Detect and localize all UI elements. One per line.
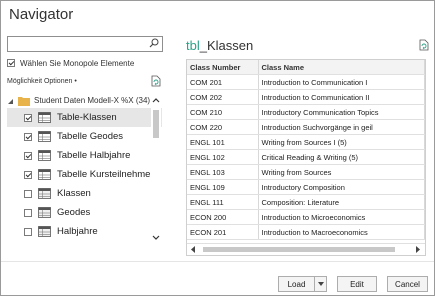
load-options-button[interactable]	[314, 276, 327, 292]
view-icon	[38, 188, 51, 199]
table-row: ENGL 101 Writing from Sources I (5)	[187, 134, 425, 150]
table-cell: Critical Reading & Writing (5)	[258, 149, 425, 165]
preview-scrollbar-thumb[interactable]	[203, 247, 395, 252]
column-header[interactable]: Class Number	[187, 60, 259, 75]
table-cell: Introduction to Macroeconomics	[258, 224, 425, 240]
cancel-button[interactable]: Cancel	[387, 276, 428, 292]
tree-item-checkbox[interactable]	[24, 132, 32, 141]
scroll-down-icon[interactable]	[152, 235, 160, 241]
table-cell: COM 210	[187, 104, 259, 120]
refresh-icon[interactable]	[151, 75, 161, 87]
table-cell: Introduction to Communication I	[258, 74, 425, 90]
tree-item[interactable]: Halbjahre	[7, 222, 162, 241]
preview-horizontal-scrollbar[interactable]	[187, 243, 425, 255]
table-row: ECON 200 Introduction to Microeconomics	[187, 209, 425, 225]
table-row: ENGL 102 Critical Reading & Writing (5)	[187, 149, 425, 165]
dialog-footer: Load Edit Cancel	[1, 261, 434, 296]
table-row: ECON 201 Introduction to Macroeconomics	[187, 224, 425, 240]
table-cell: Introduction Suchvorgänge in geil	[258, 119, 425, 135]
select-multiple-label: Wählen Sie Monopole Elemente	[20, 58, 135, 68]
tree-item-label: Tabelle Kursteilnehmer	[57, 169, 154, 180]
table-icon	[38, 169, 51, 180]
tree-item-checkbox[interactable]	[24, 208, 32, 217]
table-cell: Introductory Communication Topics	[258, 104, 425, 120]
load-button[interactable]: Load	[278, 276, 315, 292]
table-icon	[38, 131, 51, 142]
tree-item[interactable]: Tabelle Geodes	[7, 127, 162, 146]
tree-item-checkbox[interactable]	[24, 151, 32, 160]
table-row: COM 202 Introduction to Communication II	[187, 89, 425, 105]
tree-item-checkbox[interactable]	[24, 113, 32, 122]
table-cell: ENGL 103	[187, 164, 259, 180]
tree-item[interactable]: Tabelle Halbjahre	[7, 146, 162, 165]
tree-item-label: Tabelle Geodes	[57, 131, 124, 142]
tree-item[interactable]: Geodes	[7, 203, 162, 222]
table-row: ENGL 103 Writing from Sources	[187, 164, 425, 180]
tree-root[interactable]: Student Daten Modell-X %X (34)	[7, 93, 162, 108]
table-row: ENGL 109 Introductory Composition	[187, 179, 425, 195]
table-cell: Introduction to Microeconomics	[258, 209, 425, 225]
tree-item-label: Tabelle Halbjahre	[57, 150, 131, 161]
table-icon	[38, 112, 51, 123]
table-icon	[38, 150, 51, 161]
navigator-window: Navigator Wählen Sie Monopole Elemente M…	[0, 0, 435, 296]
table-cell: ENGL 111	[187, 194, 259, 210]
tree-item[interactable]: Tabelle Kursteilnehmer	[7, 165, 162, 184]
folder-icon	[18, 96, 30, 106]
scroll-right-icon[interactable]	[415, 246, 421, 253]
load-split-button: Load	[278, 276, 327, 292]
table-row: COM 220 Introduction Suchvorgänge in geil	[187, 119, 425, 135]
tree-item-checkbox[interactable]	[24, 227, 32, 236]
table-cell: Composition: Literature	[258, 194, 425, 210]
tree-item-label: Table-Klassen	[57, 112, 117, 123]
preview-refresh-icon[interactable]	[419, 39, 429, 51]
search-icon[interactable]	[149, 38, 159, 48]
scroll-up-icon[interactable]	[152, 97, 160, 103]
view-icon	[38, 226, 51, 237]
edit-button[interactable]: Edit	[337, 276, 377, 292]
navigator-tree: Student Daten Modell-X %X (34) Table-Kla…	[7, 93, 162, 245]
preview-title-prefix: tbl	[186, 38, 200, 53]
window-title: Navigator	[9, 6, 74, 23]
view-icon	[38, 207, 51, 218]
tree-item[interactable]: Table-Klassen	[7, 108, 162, 127]
tree-item-label: Klassen	[57, 188, 91, 199]
table-cell: Introduction to Communication II	[258, 89, 425, 105]
table-row: COM 201 Introduction to Communication I	[187, 74, 425, 90]
display-options-dropdown[interactable]: Möglichkeit Optionen •	[7, 78, 77, 85]
table-cell: ENGL 102	[187, 149, 259, 165]
table-cell: Writing from Sources I (5)	[258, 134, 425, 150]
table-cell: ECON 200	[187, 209, 259, 225]
table-row: COM 210 Introductory Communication Topics	[187, 104, 425, 120]
scroll-left-icon[interactable]	[190, 246, 196, 253]
select-multiple-checkbox[interactable]	[7, 59, 15, 67]
table-cell: ECON 201	[187, 224, 259, 240]
tree-item-checkbox[interactable]	[24, 189, 32, 198]
tree-item-label: Halbjahre	[57, 226, 98, 237]
search-input[interactable]	[7, 36, 163, 52]
chevron-down-icon	[317, 282, 324, 286]
tree-item-checkbox[interactable]	[24, 170, 32, 179]
tree-item-label: Geodes	[57, 207, 91, 218]
tree-root-label: Student Daten Modell-X %X (34)	[34, 96, 151, 105]
tree-scrollbar[interactable]	[151, 93, 161, 245]
expand-triangle-icon[interactable]	[7, 97, 15, 105]
table-row: ENGL 111 Composition: Literature	[187, 194, 425, 210]
table-cell: Writing from Sources	[258, 164, 425, 180]
preview-grid: Class Number Class Name COM 201 Introduct…	[186, 59, 426, 256]
tree-item[interactable]: Klassen	[7, 184, 162, 203]
table-cell: ENGL 109	[187, 179, 259, 195]
column-header[interactable]: Class Name	[258, 60, 425, 75]
table-cell: COM 201	[187, 74, 259, 90]
tree-scrollbar-thumb[interactable]	[153, 110, 159, 138]
preview-title: tbl_Klassen	[186, 38, 253, 53]
table-cell: COM 220	[187, 119, 259, 135]
table-cell: ENGL 101	[187, 134, 259, 150]
select-multiple-checkbox-row[interactable]: Wählen Sie Monopole Elemente	[7, 57, 134, 69]
table-cell: COM 202	[187, 89, 259, 105]
tree-item[interactable]: Student-Details	[7, 241, 162, 245]
table-cell: Introductory Composition	[258, 179, 425, 195]
preview-table: Class Number Class Name COM 201 Introduct…	[187, 60, 425, 240]
preview-title-name: _Klassen	[199, 38, 254, 53]
